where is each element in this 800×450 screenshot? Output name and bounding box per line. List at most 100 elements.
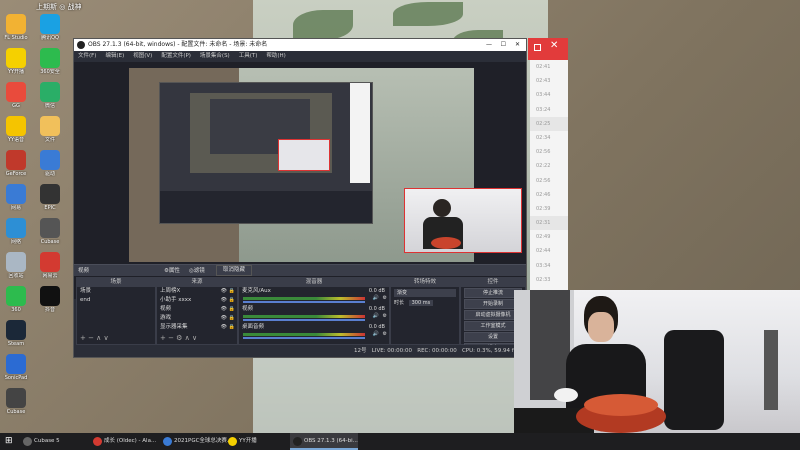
taskbar-item[interactable]: OBS 27.1.3 (64-bi... [290, 433, 358, 450]
desktop-icon[interactable]: 抖音 [30, 284, 70, 324]
app-icon [6, 286, 26, 306]
desktop-icon-label: 腾讯QQ [41, 35, 59, 41]
time-list-item[interactable]: 02:31 [530, 216, 568, 231]
maximize-icon[interactable] [534, 44, 541, 51]
app-icon [6, 388, 26, 408]
desktop-icon-label: SonicPad [4, 375, 28, 381]
volume-slider[interactable] [243, 337, 365, 339]
close-icon[interactable]: ✕ [515, 39, 520, 51]
transition-duration-input[interactable]: 300 ms [408, 300, 434, 306]
eye-icon[interactable]: 👁 [221, 315, 227, 322]
sources-dock: 来源 上周榜X 👁 🔒 小助手 xxxx 👁 🔒 视频 👁 🔒 游戏 👁 🔒 显示器采集 👁 🔒 + − ⚙… [156, 277, 238, 345]
time-list-item[interactable]: 02:43 [530, 74, 568, 88]
time-list-item[interactable]: 02:22 [530, 159, 568, 173]
obs-titlebar[interactable]: OBS 27.1.3 (64-bit, windows) - 配置文件: 未命名… [74, 39, 526, 51]
lock-icon[interactable]: 🔒 [229, 315, 235, 322]
source-item[interactable]: 小助手 xxxx 👁 🔒 [157, 296, 237, 305]
windows-start-icon[interactable]: ⊞ [5, 436, 13, 446]
scene-add-remove-buttons[interactable]: + − ∧ ∨ [80, 334, 109, 342]
list-window-titlebar[interactable]: ✕ [528, 38, 568, 60]
taskbar-app-icon [293, 437, 302, 446]
obs-menu-item[interactable]: 帮助(H) [266, 53, 285, 59]
controls-dock-title: 控件 [461, 278, 525, 287]
desktop-icon-label: 抖音 [44, 307, 55, 313]
eye-icon[interactable]: 👁 [221, 306, 227, 313]
source-item[interactable]: 显示器采集 👁 🔒 [157, 323, 237, 332]
properties-button[interactable]: ⚙属性 [164, 266, 180, 274]
source-item[interactable]: 游戏 👁 🔒 [157, 314, 237, 323]
time-list-item[interactable]: 02:56 [530, 145, 568, 159]
desktop-top-text: 上期斯 ◎ 战神 [36, 3, 82, 11]
taskbar-item-label: OBS 27.1.3 (64-bi... [304, 438, 358, 444]
webcam-overlay [514, 290, 800, 433]
speaker-icon[interactable]: 🔊 [373, 331, 379, 337]
obs-menu-item[interactable]: 工具(T) [239, 53, 258, 59]
time-list-item[interactable]: 02:25 [530, 116, 568, 131]
filters-button[interactable]: ◎滤镜 [189, 266, 205, 274]
lock-icon[interactable]: 🔒 [229, 288, 235, 295]
desktop-icon-label: 驱动 [44, 171, 55, 177]
app-icon [6, 48, 26, 68]
desktop-icon-label: Cubase [40, 239, 60, 245]
time-list-item[interactable]: 03:44 [530, 88, 568, 102]
maximize-icon[interactable]: ☐ [501, 39, 506, 51]
desktop-icon-label: 360安全 [40, 69, 60, 75]
scenes-dock-title: 场景 [77, 278, 155, 287]
volume-meter [243, 297, 365, 300]
obs-menu-item[interactable]: 视图(V) [133, 53, 152, 59]
obs-menu-item[interactable]: 配置文件(P) [161, 53, 191, 59]
taskbar-app-icon [228, 437, 237, 446]
source-item[interactable]: 视频 👁 🔒 [157, 305, 237, 314]
obs-window[interactable]: OBS 27.1.3 (64-bit, windows) - 配置文件: 未命名… [73, 38, 527, 358]
time-list-item[interactable]: 03:24 [530, 103, 568, 117]
volume-slider[interactable] [243, 319, 365, 321]
speaker-icon[interactable]: 🔊 [373, 313, 379, 319]
transition-duration-label: 时长 [394, 300, 405, 306]
minimize-icon[interactable]: — [486, 39, 492, 51]
desktop-icon-label: 微信 [44, 103, 55, 109]
preview-webcam-source[interactable] [404, 188, 522, 253]
transition-type-select[interactable]: 渐变 [394, 289, 456, 297]
time-list-item[interactable]: 02:49 [530, 230, 568, 244]
eye-icon[interactable]: 👁 [221, 324, 227, 331]
obs-menu-item[interactable]: 场景集合(S) [200, 53, 230, 59]
source-add-remove-buttons[interactable]: + − ⚙ ∧ ∨ [160, 334, 197, 342]
time-list-item[interactable]: 02:34 [530, 131, 568, 145]
desktop-icon[interactable]: Cubase [0, 386, 36, 426]
lock-icon[interactable]: 🔒 [229, 306, 235, 313]
close-icon[interactable]: ✕ [550, 40, 558, 51]
gear-icon[interactable]: ⚙ [383, 313, 387, 319]
unhide-button[interactable]: 取消隐藏 [216, 265, 253, 276]
mixer-dock: 混音器 麦克风/Aux 0.0 dB 🔊 ⚙ 视频 0.0 dB 🔊 ⚙ 桌面音频 0.0 dB 🔊… [238, 277, 390, 345]
mixer-channel: 视频 0.0 dB 🔊 ⚙ [239, 305, 389, 323]
volume-slider[interactable] [243, 301, 365, 303]
time-list-item[interactable]: 03:34 [530, 259, 568, 273]
mixer-channel-name: 麦克风/Aux [242, 288, 271, 294]
obs-menu-item[interactable]: 文件(F) [78, 53, 96, 59]
source-item[interactable]: 上周榜X 👁 🔒 [157, 287, 237, 296]
desktop-icon-label: Steam [7, 341, 25, 347]
lock-icon[interactable]: 🔒 [229, 297, 235, 304]
time-list-item[interactable]: 02:56 [530, 174, 568, 188]
obs-menubar: 文件(F) 编辑(E) 视图(V) 配置文件(P) 场景集合(S) 工具(T) 帮助(H) [74, 51, 526, 61]
time-list-item[interactable]: 02:46 [530, 188, 568, 202]
scene-item[interactable]: 场景 [77, 287, 155, 296]
time-list-item[interactable]: 02:44 [530, 244, 568, 258]
eye-icon[interactable]: 👁 [221, 297, 227, 304]
obs-menu-item[interactable]: 编辑(E) [105, 53, 124, 59]
lock-icon[interactable]: 🔒 [229, 324, 235, 331]
time-list-item[interactable]: 02:41 [530, 60, 568, 74]
scene-item[interactable]: end [77, 296, 155, 305]
time-list-item[interactable]: 02:39 [530, 202, 568, 216]
transitions-dock: 转场特效 渐变 时长 300 ms [390, 277, 460, 345]
nested-obs-1 [159, 82, 373, 224]
app-icon [40, 82, 60, 102]
gear-icon[interactable]: ⚙ [383, 295, 387, 301]
obs-statusbar: 12号 LIVE: 00:00:00 REC: 00:00:00 CPU: 0.… [74, 345, 526, 357]
speaker-icon[interactable]: 🔊 [373, 295, 379, 301]
eye-icon[interactable]: 👁 [221, 288, 227, 295]
time-list-item[interactable]: 02:33 [530, 273, 568, 287]
gear-icon[interactable]: ⚙ [383, 331, 387, 337]
mixer-channel: 麦克风/Aux 0.0 dB 🔊 ⚙ [239, 287, 389, 305]
taskbar-app-icon [163, 437, 172, 446]
